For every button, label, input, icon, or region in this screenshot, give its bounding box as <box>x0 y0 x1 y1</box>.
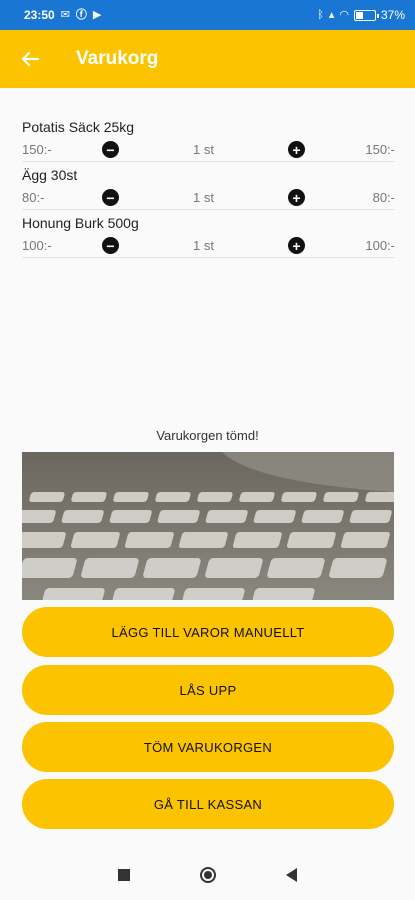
status-time: 23:50 <box>24 8 55 22</box>
minus-circle-icon[interactable]: − <box>102 141 119 158</box>
item-price: 100:- <box>22 238 52 253</box>
item-quantity: 1 st <box>193 190 214 205</box>
item-quantity: 1 st <box>193 142 214 157</box>
cart-item: Ägg 30st 80:- − 1 st + 80:- <box>22 164 395 210</box>
signal-icon: ▴ <box>328 8 335 21</box>
item-price: 150:- <box>22 142 52 157</box>
keyboard-photo <box>22 452 394 600</box>
add-manual-button[interactable]: LÄGG TILL VAROR MANUELLT <box>22 607 394 657</box>
item-price: 80:- <box>22 190 45 205</box>
item-row: 100:- − 1 st + 100:- <box>22 234 395 258</box>
cart-item: Potatis Säck 25kg 150:- − 1 st + 150:- <box>22 116 395 162</box>
item-row: 80:- − 1 st + 80:- <box>22 186 395 210</box>
page-title: Varukorg <box>76 48 159 69</box>
plus-circle-icon[interactable]: + <box>288 237 305 254</box>
plus-circle-icon[interactable]: + <box>288 141 305 158</box>
item-total: 150:- <box>365 142 395 157</box>
minus-circle-icon[interactable]: − <box>102 189 119 206</box>
item-total: 100:- <box>365 238 395 253</box>
battery-percent: 37% <box>380 8 405 22</box>
youtube-icon: ▶ <box>92 8 102 21</box>
camera-preview[interactable] <box>22 452 394 600</box>
wifi-icon: ◠ <box>339 8 349 21</box>
status-message: Varukorgen tömd! <box>156 428 259 443</box>
bluetooth-icon: ᛒ <box>317 8 324 21</box>
item-name: Potatis Säck 25kg <box>22 119 135 135</box>
unlock-button[interactable]: LÅS UPP <box>22 665 394 715</box>
minus-circle-icon[interactable]: − <box>102 237 119 254</box>
cart-item: Honung Burk 500g 100:- − 1 st + 100:- <box>22 212 395 258</box>
item-name: Ägg 30st <box>22 167 78 183</box>
item-row: 150:- − 1 st + 150:- <box>22 138 395 162</box>
status-bar: 23:50 ✉ ⓕ ▶ ᛒ ▴ ◠ 37% <box>0 0 415 30</box>
item-total: 80:- <box>372 190 395 205</box>
recents-square-icon[interactable] <box>118 869 130 881</box>
checkout-button[interactable]: GÅ TILL KASSAN <box>22 779 394 829</box>
item-name: Honung Burk 500g <box>22 215 139 231</box>
back-button[interactable] <box>0 30 60 88</box>
facebook-icon: ⓕ <box>75 8 87 21</box>
item-quantity: 1 st <box>193 238 214 253</box>
system-nav-bar <box>0 850 415 900</box>
empty-cart-button[interactable]: TÖM VARUKORGEN <box>22 722 394 772</box>
plus-circle-icon[interactable]: + <box>288 189 305 206</box>
back-triangle-icon[interactable] <box>286 868 297 882</box>
home-circle-icon[interactable] <box>200 867 216 883</box>
battery-icon <box>353 9 379 21</box>
app-bar: Varukorg <box>0 30 415 88</box>
message-icon: ✉ <box>60 8 70 21</box>
cart-list: Potatis Säck 25kg 150:- − 1 st + 150:- Ä… <box>22 116 395 260</box>
arrow-left-icon <box>21 51 40 67</box>
